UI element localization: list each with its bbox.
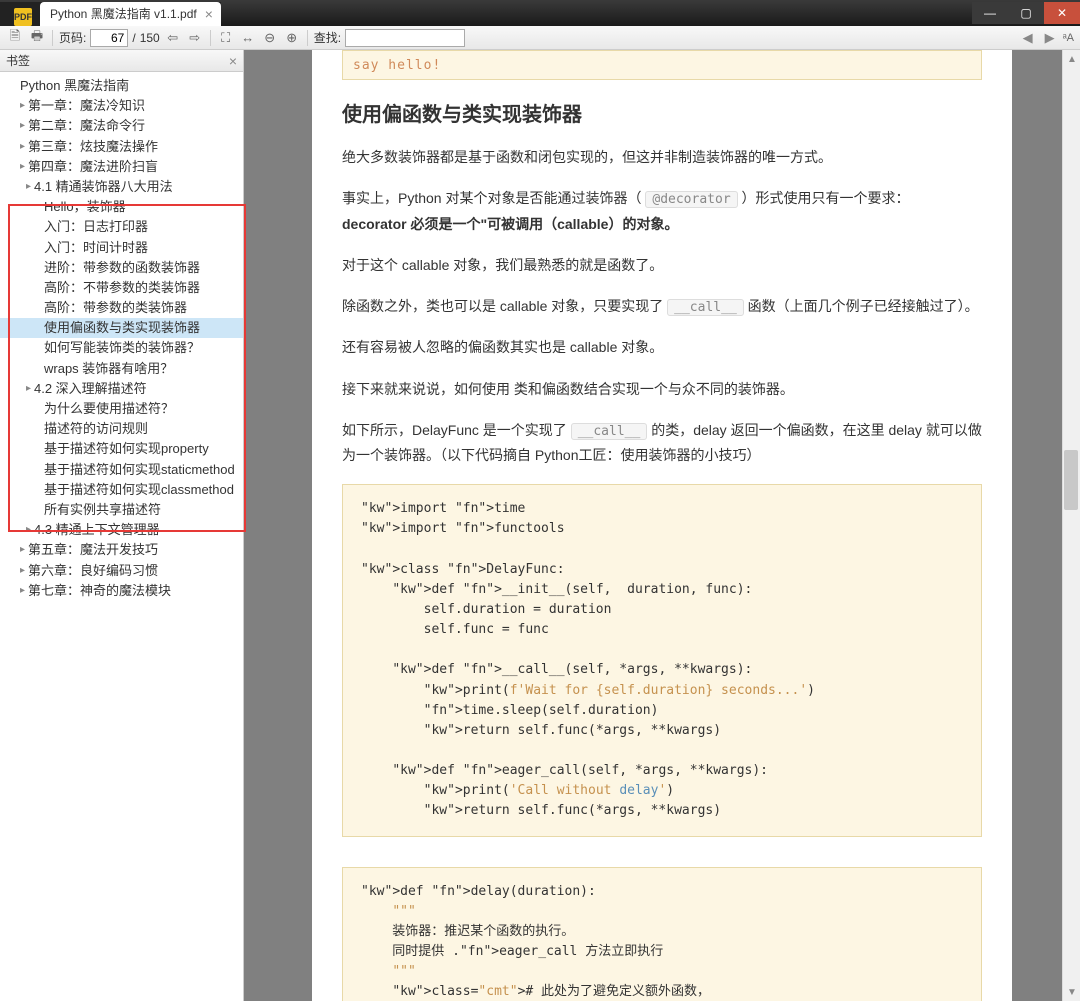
paragraph: 对于这个 callable 对象，我们最熟悉的就是函数了。 <box>342 253 982 278</box>
document-viewport[interactable]: say hello! 使用偏函数与类实现装饰器 绝大多数装饰器都是基于函数和闭包… <box>244 50 1080 1001</box>
sidebar-title: 书签 <box>6 52 30 69</box>
bookmark-item[interactable]: 入门：时间计时器 <box>0 238 243 258</box>
paragraph: 除函数之外，类也可以是 callable 对象，只要实现了 __call__ 函… <box>342 294 982 319</box>
sidebar-header: 书签 × <box>0 50 243 72</box>
minimize-button[interactable]: — <box>972 2 1008 24</box>
bookmark-item[interactable]: ▸第三章：炫技魔法操作 <box>0 137 243 157</box>
bookmark-item[interactable]: 描述符的访问规则 <box>0 419 243 439</box>
paragraph: 接下来就来说说，如何使用 类和偏函数结合实现一个与众不同的装饰器。 <box>342 377 982 402</box>
bookmark-item[interactable]: ▸4.2 深入理解描述符 <box>0 379 243 399</box>
section-heading: 使用偏函数与类实现装饰器 <box>342 98 982 127</box>
bookmark-item[interactable]: ▸第四章：魔法进阶扫盲 <box>0 157 243 177</box>
bookmark-item[interactable]: 所有实例共享描述符 <box>0 500 243 520</box>
bookmark-item[interactable]: ▸第七章：神奇的魔法模块 <box>0 581 243 601</box>
close-button[interactable]: ✕ <box>1044 2 1080 24</box>
paragraph: 绝大多数装饰器都是基于函数和闭包实现的，但这并非制造装饰器的唯一方式。 <box>342 145 982 170</box>
bookmark-item[interactable]: 基于描述符如何实现staticmethod <box>0 460 243 480</box>
vertical-scrollbar[interactable]: ▲ ▼ <box>1062 50 1080 1001</box>
tab-area: PDF Python 黑魔法指南 v1.1.pdf × <box>0 2 221 26</box>
toolbar: 🗎 🖶 页码: / 150 ⇦ ⇨ ⛶ ↔ ⊖ ⊕ 查找: ◀ ▶ ᵃA <box>0 26 1080 50</box>
fit-page-icon[interactable]: ⛶ <box>217 29 235 47</box>
find-label: 查找: <box>314 29 341 46</box>
bookmark-item[interactable]: 入门：日志打印器 <box>0 217 243 237</box>
forward-icon[interactable]: ▶ <box>1041 29 1059 47</box>
pdf-page: say hello! 使用偏函数与类实现装饰器 绝大多数装饰器都是基于函数和闭包… <box>312 50 1012 1001</box>
next-page-icon[interactable]: ⇨ <box>186 29 204 47</box>
zoom-out-icon[interactable]: ⊖ <box>261 29 279 47</box>
fit-width-icon[interactable]: ↔ <box>239 29 257 47</box>
open-icon[interactable]: 🗎 <box>6 29 24 47</box>
tab-close-icon[interactable]: × <box>205 6 213 22</box>
bookmark-item[interactable]: 高阶：不带参数的类装饰器 <box>0 278 243 298</box>
prev-page-icon[interactable]: ⇦ <box>164 29 182 47</box>
page-input[interactable] <box>90 29 128 47</box>
paragraph: 事实上，Python 对某个对象是否能通过装饰器（ @decorator ）形式… <box>342 186 982 237</box>
paragraph: 如下所示，DelayFunc 是一个实现了 __call__ 的类，delay … <box>342 418 982 469</box>
document-tab[interactable]: Python 黑魔法指南 v1.1.pdf × <box>40 2 221 26</box>
bookmark-item[interactable]: 基于描述符如何实现property <box>0 439 243 459</box>
find-input[interactable] <box>345 29 465 47</box>
sidebar-close-icon[interactable]: × <box>229 53 237 69</box>
bookmark-item[interactable]: 进阶：带参数的函数装饰器 <box>0 258 243 278</box>
bookmark-item[interactable]: Hello，装饰器 <box>0 197 243 217</box>
text-size-icon[interactable]: ᵃA <box>1063 32 1074 44</box>
app-window: PDF Python 黑魔法指南 v1.1.pdf × — ▢ ✕ 🗎 🖶 页码… <box>0 0 1080 1001</box>
scroll-down-icon[interactable]: ▼ <box>1063 983 1080 1001</box>
bookmark-item[interactable]: 高阶：带参数的类装饰器 <box>0 298 243 318</box>
bookmark-item[interactable]: Python 黑魔法指南 <box>0 76 243 96</box>
bookmark-tree[interactable]: Python 黑魔法指南▸第一章：魔法冷知识▸第二章：魔法命令行▸第三章：炫技魔… <box>0 72 243 1001</box>
code-output-box: say hello! <box>342 50 982 80</box>
window-controls: — ▢ ✕ <box>972 2 1080 24</box>
inline-code: __call__ <box>571 423 648 440</box>
scroll-up-icon[interactable]: ▲ <box>1063 50 1080 68</box>
page-sep: / <box>132 31 135 45</box>
print-icon[interactable]: 🖶 <box>28 29 46 47</box>
titlebar: PDF Python 黑魔法指南 v1.1.pdf × — ▢ ✕ <box>0 0 1080 26</box>
bookmark-item[interactable]: ▸第二章：魔法命令行 <box>0 116 243 136</box>
bookmark-item[interactable]: 为什么要使用描述符？ <box>0 399 243 419</box>
paragraph: 还有容易被人忽略的偏函数其实也是 callable 对象。 <box>342 335 982 360</box>
tab-title: Python 黑魔法指南 v1.1.pdf <box>50 5 197 22</box>
back-icon[interactable]: ◀ <box>1019 29 1037 47</box>
page-total: 150 <box>140 31 160 45</box>
bookmark-item[interactable]: 如何写能装饰类的装饰器？ <box>0 338 243 358</box>
bookmark-item[interactable]: 使用偏函数与类实现装饰器 <box>0 318 243 338</box>
bookmark-item[interactable]: ▸4.1 精通装饰器八大用法 <box>0 177 243 197</box>
code-block-1: "kw">import "fn">time "kw">import "fn">f… <box>342 484 982 836</box>
maximize-button[interactable]: ▢ <box>1008 2 1044 24</box>
scroll-thumb[interactable] <box>1064 450 1078 510</box>
page-label: 页码: <box>59 29 86 46</box>
app-icon: PDF <box>14 8 32 26</box>
bookmark-item[interactable]: ▸第一章：魔法冷知识 <box>0 96 243 116</box>
inline-code: @decorator <box>645 191 737 208</box>
bookmark-item[interactable]: 基于描述符如何实现classmethod <box>0 480 243 500</box>
bookmark-item[interactable]: ▸第六章：良好编码习惯 <box>0 561 243 581</box>
bookmark-item[interactable]: ▸4.3 精通上下文管理器 <box>0 520 243 540</box>
inline-code: __call__ <box>667 299 744 316</box>
bookmarks-sidebar: 书签 × Python 黑魔法指南▸第一章：魔法冷知识▸第二章：魔法命令行▸第三… <box>0 50 244 1001</box>
bookmark-item[interactable]: ▸第五章：魔法开发技巧 <box>0 540 243 560</box>
code-block-2: "kw">def "fn">delay(duration): """ 装饰器：推… <box>342 867 982 1001</box>
zoom-in-icon[interactable]: ⊕ <box>283 29 301 47</box>
main-area: 书签 × Python 黑魔法指南▸第一章：魔法冷知识▸第二章：魔法命令行▸第三… <box>0 50 1080 1001</box>
bookmark-item[interactable]: wraps 装饰器有啥用？ <box>0 359 243 379</box>
